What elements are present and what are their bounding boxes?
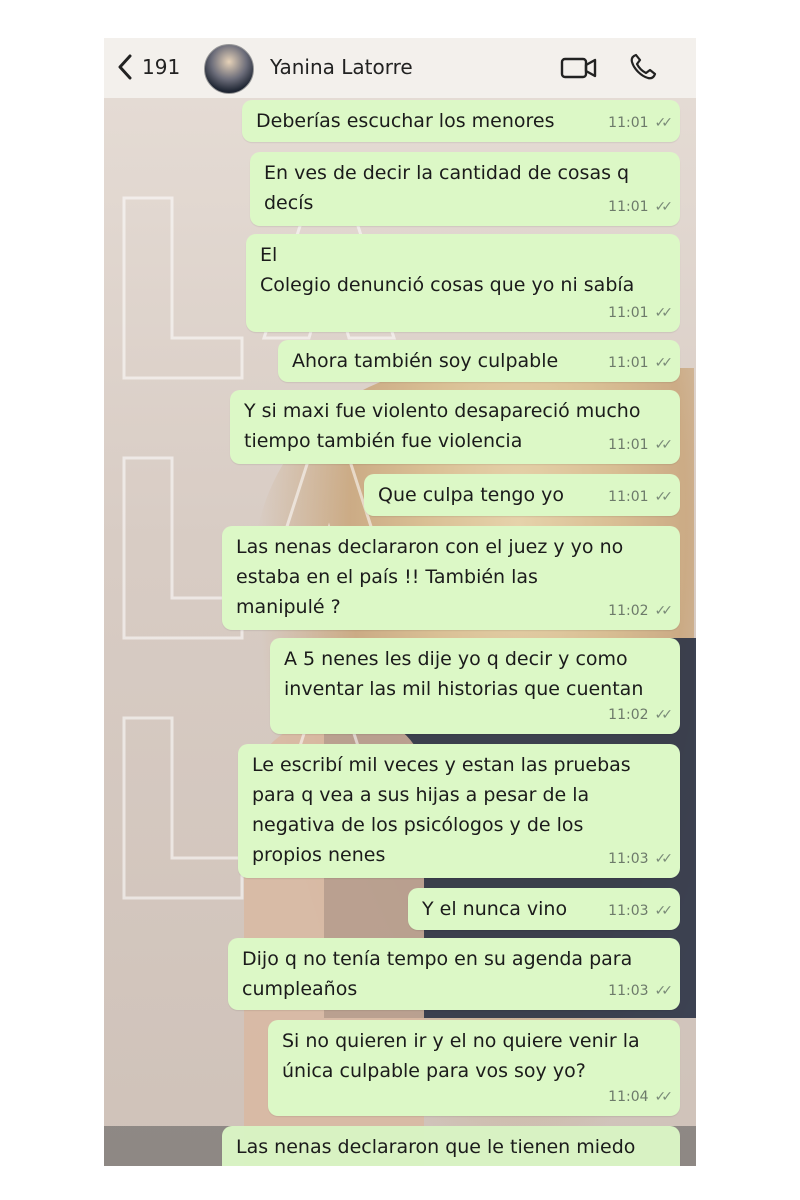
message-text: Si no quieren ir y el no quiere venir la… (282, 1030, 640, 1082)
message-time: 11:02 (608, 707, 649, 723)
message-bubble[interactable]: A 5 nenes les dije yo q decir y como inv… (270, 638, 680, 734)
read-receipt-icon: ✓✓ (654, 983, 674, 999)
message-time: 11:01 (608, 437, 649, 453)
message-text: Y si maxi fue violento desapareció mucho… (244, 400, 641, 452)
message-bubble[interactable]: El Colegio denunció cosas que yo ni sabí… (246, 234, 680, 332)
message-text: Que culpa tengo yo (378, 484, 565, 506)
read-receipt-icon: ✓✓ (654, 355, 674, 371)
message-text: Ahora también soy culpable (292, 350, 559, 372)
chat-screen: 191 Yanina Latorre Deberías escuchar los… (104, 38, 696, 1166)
read-receipt-icon: ✓✓ (654, 903, 674, 919)
message-time: 11:02 (608, 603, 649, 619)
read-receipt-icon: ✓✓ (654, 851, 674, 867)
read-receipt-icon: ✓✓ (654, 437, 674, 453)
message-text: Las nenas declararon que le tienen miedo (236, 1136, 636, 1158)
phone-icon[interactable] (628, 52, 658, 82)
message-bubble[interactable]: Le escribí mil veces y estan las pruebas… (238, 744, 680, 878)
read-receipt-icon: ✓✓ (654, 489, 674, 505)
message-bubble[interactable]: Que culpa tengo yo 11:01 ✓✓ (364, 474, 680, 516)
message-time: 11:04 (608, 1089, 649, 1105)
message-time: 11:01 (608, 305, 649, 321)
avatar[interactable] (204, 44, 254, 94)
message-bubble[interactable]: Si no quieren ir y el no quiere venir la… (268, 1020, 680, 1116)
message-text: Y el nunca vino (422, 898, 568, 920)
message-time: 11:01 (608, 355, 649, 371)
message-time: 11:03 (608, 903, 649, 919)
message-bubble[interactable]: Ahora también soy culpable 11:01 ✓✓ (278, 340, 680, 382)
message-bubble[interactable]: Deberías escuchar los menores 11:01 ✓✓ (242, 100, 680, 142)
message-time: 11:01 (608, 115, 649, 131)
message-time: 11:01 (608, 489, 649, 505)
message-text: Le escribí mil veces y estan las pruebas… (252, 754, 631, 866)
message-text: En ves de decir la cantidad de cosas q d… (264, 162, 630, 214)
message-bubble[interactable]: En ves de decir la cantidad de cosas q d… (250, 152, 680, 226)
message-bubble[interactable]: Y si maxi fue violento desapareció mucho… (230, 390, 680, 464)
chevron-left-icon (118, 54, 132, 80)
message-text: Dijo q no tenía tempo en su agenda para … (242, 948, 633, 1000)
contact-name[interactable]: Yanina Latorre (270, 55, 413, 79)
message-bubble[interactable]: Las nenas declararon con el juez y yo no… (222, 526, 680, 630)
message-text: El Colegio denunció cosas que yo ni sabí… (260, 244, 635, 296)
unread-count: 191 (142, 55, 181, 79)
read-receipt-icon: ✓✓ (654, 305, 674, 321)
message-time: 11:01 (608, 199, 649, 215)
message-text: A 5 nenes les dije yo q decir y como inv… (284, 648, 644, 700)
read-receipt-icon: ✓✓ (654, 1089, 674, 1105)
message-bubble[interactable]: Y el nunca vino 11:03 ✓✓ (408, 888, 680, 930)
back-button[interactable]: 191 (116, 54, 180, 80)
video-call-icon[interactable] (560, 54, 598, 82)
message-text: Deberías escuchar los menores (256, 110, 555, 132)
read-receipt-icon: ✓✓ (654, 115, 674, 131)
message-bubble[interactable]: Dijo q no tenía tempo en su agenda para … (228, 938, 680, 1010)
read-receipt-icon: ✓✓ (654, 199, 674, 215)
read-receipt-icon: ✓✓ (654, 707, 674, 723)
message-text: Las nenas declararon con el juez y yo no… (236, 536, 624, 618)
read-receipt-icon: ✓✓ (654, 603, 674, 619)
message-bubble[interactable]: Las nenas declararon que le tienen miedo (222, 1126, 680, 1166)
chat-header: 191 Yanina Latorre (104, 38, 696, 98)
message-time: 11:03 (608, 851, 649, 867)
message-time: 11:03 (608, 983, 649, 999)
